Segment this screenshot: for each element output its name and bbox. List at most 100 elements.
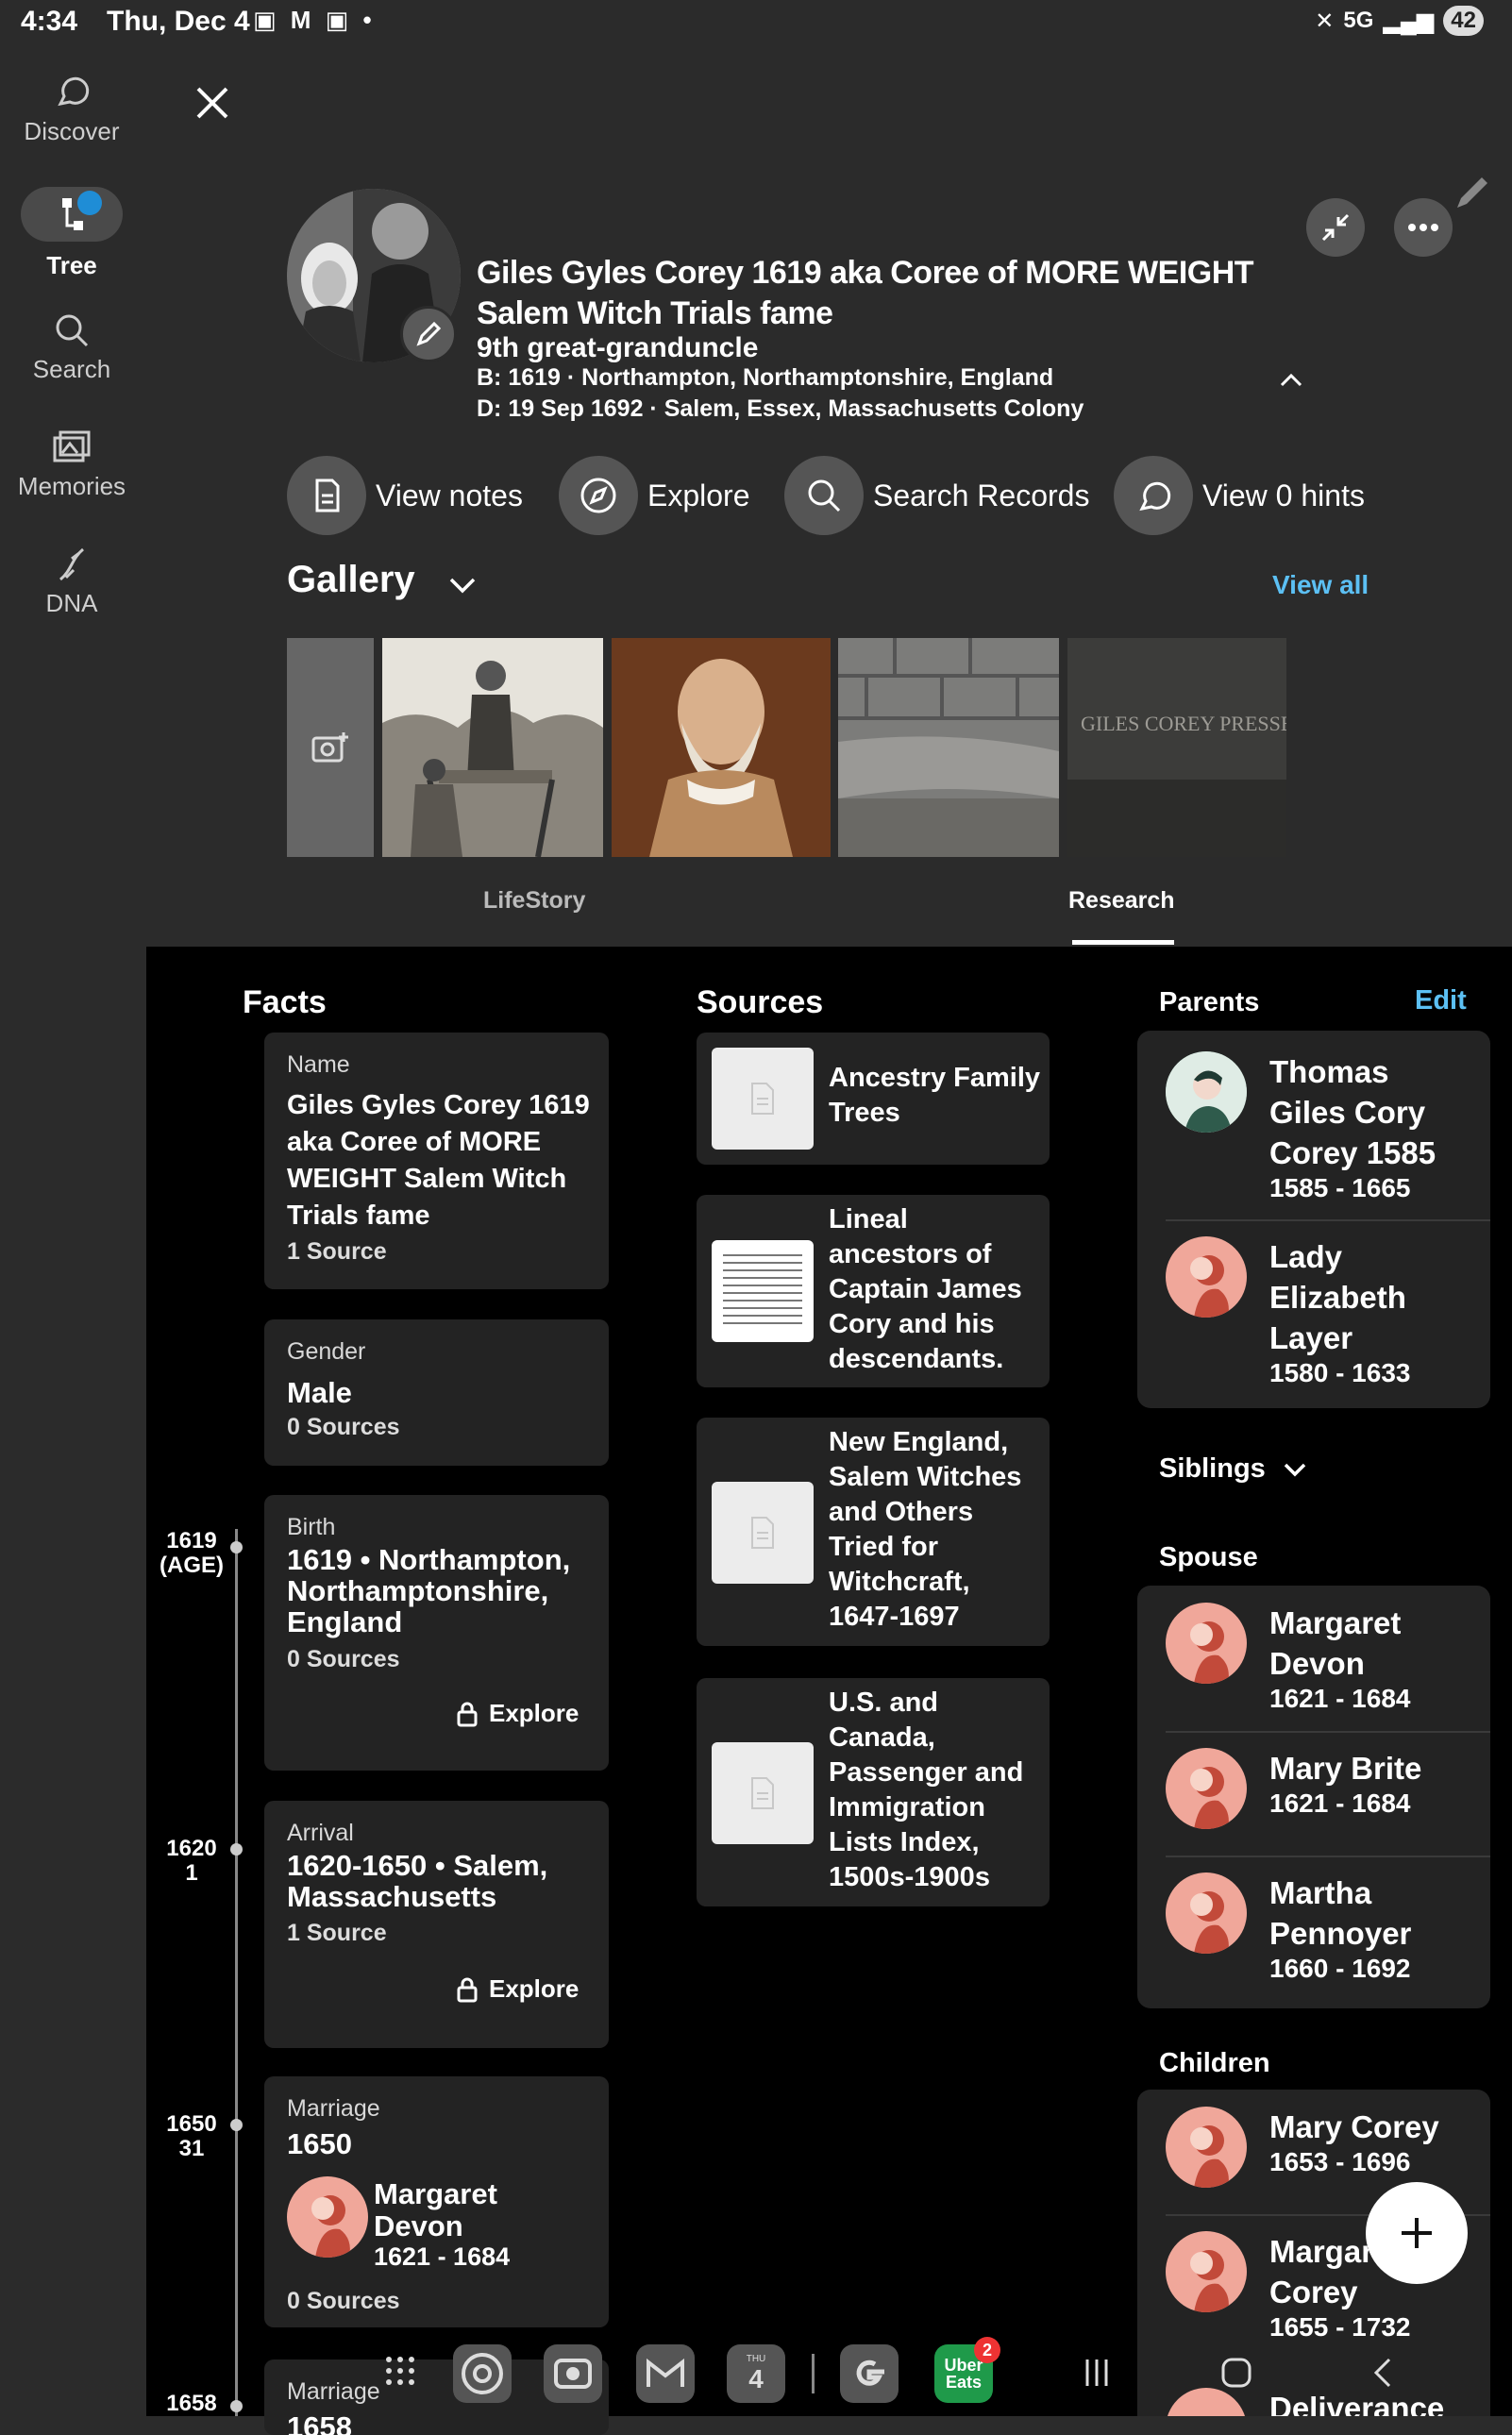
recents-icon[interactable] xyxy=(1080,2356,1114,2390)
edit-photo-button[interactable] xyxy=(400,306,457,362)
fact-value: Male xyxy=(287,1376,352,1409)
child-name: Mary Corey xyxy=(1269,2109,1439,2144)
parents-card: Thomas Giles Cory Corey 1585 1585 - 1665… xyxy=(1137,1031,1490,1408)
stone-inscription: GILES COREY PRESSED TO DEAT SEPT 19 1692 xyxy=(1081,712,1286,735)
spouse-name: Margaret Devon xyxy=(374,2177,497,2242)
source-card[interactable]: New England, Salem Witches and Others Tr… xyxy=(697,1418,1050,1646)
chevron-up-icon[interactable] xyxy=(1278,366,1304,393)
view-hints-button[interactable]: View 0 hints xyxy=(1114,456,1365,535)
spouse-item[interactable]: Margaret Devon 1621 - 1684 xyxy=(1166,1603,1468,1714)
battery-indicator: 42 xyxy=(1443,6,1484,36)
fact-value: 1620-1650 • Salem, Massachusetts xyxy=(287,1849,548,1913)
fact-sources: 1 Source xyxy=(287,1238,387,1265)
close-icon[interactable] xyxy=(189,79,236,126)
tab-lifestory[interactable]: LifeStory xyxy=(483,887,585,915)
timeline-year-1620: 1620 1 xyxy=(166,1836,217,1886)
edit-family-link[interactable]: Edit xyxy=(1415,985,1467,1016)
gallery-photo-memorial-stone[interactable]: GILES COREY PRESSED TO DEAT SEPT 19 1692 xyxy=(1067,638,1286,857)
fact-label: Arrival xyxy=(287,1820,354,1846)
female-avatar-icon xyxy=(1166,2231,1247,2312)
source-card[interactable]: U.S. and Canada, Passenger and Immigrati… xyxy=(697,1678,1050,1906)
gallery-photo-stone-wall[interactable] xyxy=(838,638,1059,857)
compass-icon xyxy=(580,478,616,513)
fact-card-birth[interactable]: Birth 1619 • Northampton, Northamptonshi… xyxy=(264,1495,609,1771)
view-hints-label: View 0 hints xyxy=(1202,478,1365,512)
camera-app-icon[interactable] xyxy=(544,2344,602,2403)
siblings-toggle[interactable]: Siblings xyxy=(1159,1453,1309,1485)
spouse-item[interactable]: Martha Pennoyer 1660 - 1692 xyxy=(1166,1872,1468,1984)
fact-value: 1619 • Northampton, Northamptonshire, En… xyxy=(287,1543,571,1638)
explore-birth-button[interactable]: Explore xyxy=(457,1699,579,1728)
spouse-name: Mary Brite xyxy=(1269,1751,1422,1786)
female-avatar-icon xyxy=(1166,1872,1247,1954)
female-avatar-icon xyxy=(1166,1603,1247,1684)
timeline-dot xyxy=(230,1541,243,1553)
spouse-dates: 1621 - 1684 xyxy=(1269,1788,1411,1818)
gallery-title[interactable]: Gallery xyxy=(287,559,415,601)
gallery-photo-trial-engraving[interactable] xyxy=(382,638,603,857)
person-name: Giles Gyles Corey 1619 aka Coree of MORE… xyxy=(477,255,1254,331)
nav-label: Discover xyxy=(24,117,120,145)
source-card[interactable]: Ancestry Family Trees xyxy=(697,1033,1050,1165)
male-avatar-icon xyxy=(1166,1051,1247,1133)
fact-label: Gender xyxy=(287,1338,366,1365)
parents-title: Parents xyxy=(1159,987,1260,1017)
birth-summary: B: 1619 · Northampton, Northamptonshire,… xyxy=(477,364,1054,391)
fact-sources: 0 Sources xyxy=(287,1414,400,1440)
fact-card-marriage-1650[interactable]: Marriage 1650 Margaret Devon 1621 - 1684… xyxy=(264,2076,609,2327)
female-avatar-icon xyxy=(1166,1748,1247,1829)
spouse-dates: 1621 - 1684 xyxy=(1269,1684,1411,1713)
nav-tree[interactable]: Tree xyxy=(0,187,143,280)
fact-card-gender[interactable]: Gender Male 0 Sources xyxy=(264,1319,609,1466)
add-photo-button[interactable] xyxy=(287,638,374,857)
view-all-link[interactable]: View all xyxy=(1272,570,1369,600)
chevron-down-icon[interactable] xyxy=(445,572,479,598)
spouses-card: Margaret Devon 1621 - 1684 Mary Brite 1621… xyxy=(1137,1586,1490,2008)
spouse-item[interactable]: Mary Brite 1621 - 1684 xyxy=(1166,1748,1468,1829)
add-button[interactable] xyxy=(1366,2182,1468,2284)
tab-research[interactable]: Research xyxy=(1068,887,1175,915)
view-notes-button[interactable]: View notes xyxy=(287,456,523,535)
app-drawer-icon[interactable] xyxy=(383,2354,417,2388)
siblings-title: Siblings xyxy=(1159,1453,1266,1484)
google-app-icon[interactable] xyxy=(840,2344,899,2403)
source-title: Lineal ancestors of Captain James Cory a… xyxy=(829,1204,1022,1374)
nav-dna[interactable]: DNA xyxy=(0,546,143,618)
mute-icon: ✕ xyxy=(1315,8,1335,34)
nav-label: Tree xyxy=(46,251,97,279)
gmail-app-icon[interactable] xyxy=(636,2344,695,2403)
timeline-year-1619: 1619 (AGE) xyxy=(160,1528,224,1578)
child-dates: 1653 - 1696 xyxy=(1269,2147,1411,2176)
parent-item[interactable]: Lady Elizabeth Layer 1580 - 1633 xyxy=(1166,1236,1468,1388)
parent-item[interactable]: Thomas Giles Cory Corey 1585 1585 - 1665 xyxy=(1166,1051,1468,1203)
gallery-photo-portrait[interactable] xyxy=(612,638,831,857)
home-icon[interactable] xyxy=(1219,2356,1253,2390)
nav-discover[interactable]: Discover xyxy=(0,74,143,146)
nav-memories[interactable]: Memories xyxy=(0,428,143,501)
calendar-app-icon[interactable]: THU 4 xyxy=(727,2344,785,2403)
back-icon[interactable] xyxy=(1367,2356,1401,2390)
tree-icon xyxy=(21,187,123,242)
fact-card-arrival[interactable]: Arrival 1620-1650 • Salem, Massachusetts… xyxy=(264,1801,609,2048)
parent-name: Thomas Giles Cory Corey 1585 xyxy=(1269,1054,1436,1170)
nav-search[interactable]: Search xyxy=(0,311,143,384)
parent-name: Lady Elizabeth Layer xyxy=(1269,1239,1406,1355)
explore-arrival-button[interactable]: Explore xyxy=(457,1974,579,2004)
more-options-button[interactable] xyxy=(1394,198,1453,257)
search-records-button[interactable]: Search Records xyxy=(784,456,1089,535)
timeline-year-1650: 1650 31 xyxy=(166,2111,217,2161)
collapse-button[interactable] xyxy=(1306,198,1365,257)
chrome-app-icon[interactable] xyxy=(453,2344,512,2403)
spouse-name: Margaret Devon xyxy=(1269,1605,1402,1681)
source-card[interactable]: Lineal ancestors of Captain James Cory a… xyxy=(697,1195,1050,1387)
notification-icons: ▣ M ▣ • xyxy=(253,6,376,34)
female-avatar-icon xyxy=(1166,1236,1247,1318)
explore-button[interactable]: Explore xyxy=(559,456,750,535)
lock-icon xyxy=(457,1702,478,1726)
child-item[interactable]: Mary Corey 1653 - 1696 xyxy=(1166,2107,1487,2188)
fact-card-name[interactable]: Name Giles Gyles Corey 1619 aka Coree of… xyxy=(264,1033,609,1289)
discover-icon xyxy=(58,76,90,107)
pen-icon[interactable] xyxy=(1448,170,1495,217)
nav-label: Memories xyxy=(17,472,126,500)
fact-label: Marriage xyxy=(287,2095,380,2122)
